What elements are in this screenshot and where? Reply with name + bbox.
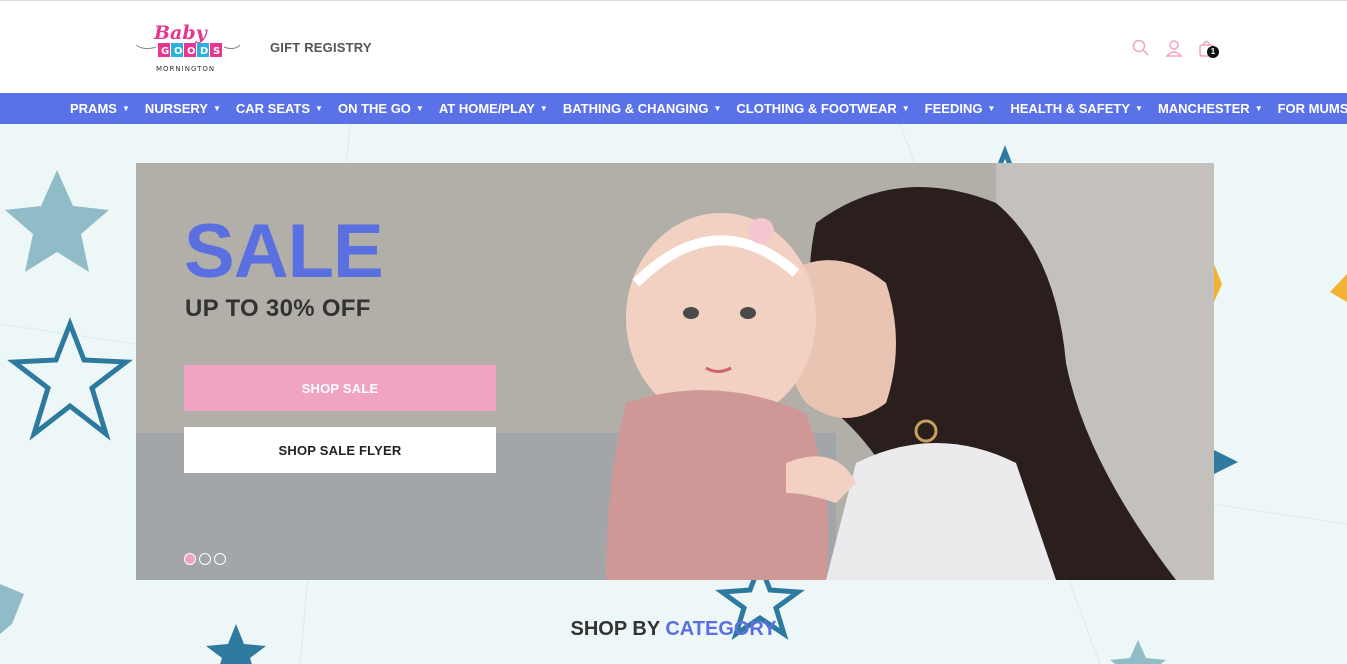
cart-count-badge: 1: [1207, 46, 1219, 58]
slider-dot[interactable]: [184, 553, 196, 565]
chevron-down-icon: ▼: [415, 104, 424, 113]
svg-text:O: O: [187, 46, 196, 57]
nav-item-on-the-go[interactable]: ON THE GO ▼: [338, 101, 424, 116]
svg-text:G: G: [161, 46, 169, 57]
chevron-down-icon: ▼: [1135, 104, 1143, 113]
slider-dots: [184, 553, 229, 565]
chevron-down-icon: ▼: [212, 104, 221, 113]
svg-text:S: S: [213, 46, 220, 57]
svg-text:MORNINGTON: MORNINGTON: [156, 65, 215, 73]
star-shape: [1110, 640, 1166, 664]
gift-registry-link[interactable]: GIFT REGISTRY: [270, 40, 372, 55]
nav-item-bathing-changing[interactable]: BATHING & CHANGING ▼: [563, 101, 722, 116]
nav-item-health-safety[interactable]: HEALTH & SAFETY ▼: [1010, 101, 1143, 116]
chevron-down-icon: ▼: [315, 104, 323, 113]
chevron-down-icon: ▼: [539, 104, 548, 113]
hero-slider[interactable]: SALE UP TO 30% OFF SHOP SALE SHOP SALE F…: [136, 163, 1214, 580]
chevron-down-icon: ▼: [121, 104, 130, 113]
section-title: SHOP BY CATEGORY: [570, 618, 777, 640]
user-icon[interactable]: [1164, 38, 1184, 58]
hero-title: SALE: [184, 209, 384, 294]
chevron-down-icon: ▼: [901, 104, 910, 113]
search-icon[interactable]: [1131, 38, 1151, 58]
nav-item-at-home-play[interactable]: AT HOME/PLAY ▼: [439, 101, 548, 116]
svg-text:Baby: Baby: [153, 22, 209, 44]
nav-item-nursery[interactable]: NURSERY ▼: [145, 101, 221, 116]
nav-item-manchester[interactable]: MANCHESTER ▼: [1158, 101, 1263, 116]
shop-sale-button[interactable]: SHOP SALE: [184, 365, 496, 411]
nav-item-clothing-footwear[interactable]: CLOTHING & FOOTWEAR ▼: [736, 101, 909, 116]
slider-dot[interactable]: [199, 553, 211, 565]
nav-item-car-seats[interactable]: CAR SEATS ▼: [236, 101, 323, 116]
chevron-down-icon: ▼: [987, 104, 996, 113]
nav-item-for-mums[interactable]: FOR MUMS▼: [1278, 101, 1347, 116]
chevron-down-icon: ▼: [713, 104, 722, 113]
svg-text:D: D: [200, 46, 208, 57]
hero-subtitle: UP TO 30% OFF: [185, 295, 371, 322]
logo[interactable]: Baby G O O D S MORNINGTON: [134, 21, 242, 75]
svg-text:O: O: [174, 46, 183, 57]
shop-sale-flyer-button[interactable]: SHOP SALE FLYER: [184, 427, 496, 473]
chevron-down-icon: ▼: [1254, 104, 1263, 113]
site-header: Baby G O O D S MORNINGTON GIFT REGISTRY …: [0, 0, 1347, 93]
star-shape: [5, 170, 109, 272]
slider-dot[interactable]: [214, 553, 226, 565]
nav-item-feeding[interactable]: FEEDING ▼: [925, 101, 996, 116]
nav-item-prams[interactable]: PRAMS ▼: [70, 101, 130, 116]
main-nav: PRAMS ▼ NURSERY ▼ CAR SEATS ▼ ON THE GO ▼ AT…: [0, 93, 1347, 124]
